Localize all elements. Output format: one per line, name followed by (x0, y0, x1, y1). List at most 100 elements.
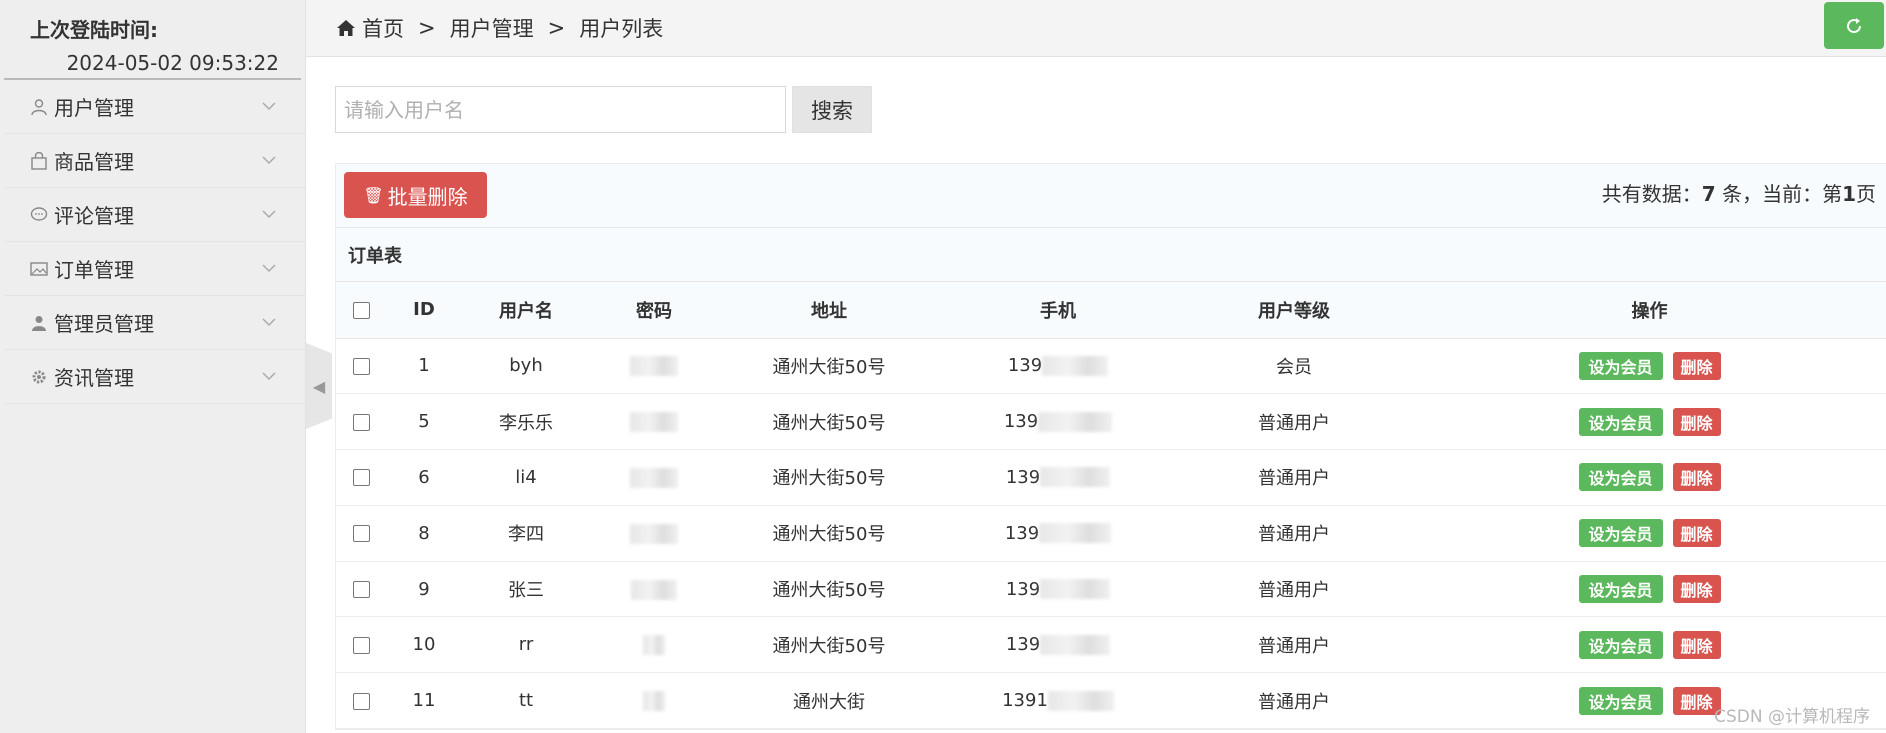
phone-prefix: 139 (1003, 411, 1039, 433)
watermark: CSDN @计算机程序 (1714, 707, 1870, 727)
redacted-phone (1040, 634, 1111, 655)
redacted-password (630, 412, 678, 433)
sidebar-collapse-toggle[interactable]: ◀ (306, 343, 332, 429)
select-all-checkbox[interactable] (352, 301, 370, 319)
row-checkbox[interactable] (352, 636, 370, 654)
column-header: 地址 (718, 282, 940, 339)
phone-prefix: 139 (1007, 355, 1043, 377)
row-checkbox[interactable] (352, 469, 370, 487)
sidebar-item[interactable]: 管理员管理 (4, 296, 305, 350)
redacted-password (643, 691, 665, 712)
gear-icon (28, 366, 50, 388)
cell-phone: 139 (940, 338, 1176, 395)
cell-address: 通州大街50号 (718, 616, 940, 674)
row-checkbox[interactable] (352, 581, 370, 599)
breadcrumb: 首页 > 用户管理 > 用户列表 (306, 0, 1886, 57)
sidebar-menu: 用户管理 商品管理 评论管理 订单管理 管理员管理资讯管理 (0, 80, 305, 404)
trash-icon: 🗑 (363, 185, 384, 205)
cell-address: 通州大街50号 (718, 393, 940, 451)
chevron-down-icon (262, 210, 276, 219)
cell-address: 通州大街50号 (718, 505, 940, 562)
delete-button[interactable]: 删除 (1672, 630, 1721, 659)
set-member-button[interactable]: 设为会员 (1578, 519, 1663, 548)
chevron-down-icon (262, 156, 276, 165)
phone-prefix: 139 (1004, 522, 1040, 544)
user-list-panel: 🗑 批量删除 共有数据：7 条，当前：第1页 订单表 ID 用户名 密码 地址 … (335, 163, 1886, 731)
cell-password (590, 616, 718, 674)
phone-prefix: 139 (1005, 466, 1041, 488)
delete-button[interactable]: 删除 (1672, 351, 1721, 380)
batch-delete-button[interactable]: 🗑 批量删除 (344, 172, 487, 218)
cell-actions: 设为会员 删除 (1412, 338, 1886, 395)
redacted-password (630, 356, 678, 377)
select-all-cell (336, 282, 386, 339)
table-row: 1 byh 通州大街50号 139 会员 设为会员 删除 (336, 338, 1886, 395)
row-checkbox[interactable] (352, 692, 370, 710)
user-table: ID 用户名 密码 地址 手机 用户等级 操作 1 byh 通州大街50号 139 会员… (336, 282, 1886, 730)
refresh-button[interactable] (1824, 2, 1884, 49)
set-member-button[interactable]: 设为会员 (1578, 575, 1663, 604)
cell-user-level: 普通用户 (1176, 393, 1412, 451)
delete-button[interactable]: 删除 (1672, 463, 1721, 492)
last-login-box: 上次登陆时间: 2024-05-02 09:53:22 (4, 0, 301, 80)
cell-phone: 139 (940, 505, 1176, 562)
last-login-title: 上次登陆时间: (30, 18, 158, 42)
set-member-button[interactable]: 设为会员 (1578, 630, 1663, 659)
sidebar-item[interactable]: 资讯管理 (4, 350, 305, 404)
row-select-cell (336, 561, 386, 618)
sidebar-item[interactable]: 用户管理 (4, 80, 305, 134)
cell-id: 1 (386, 338, 462, 395)
cell-id: 8 (386, 505, 462, 562)
breadcrumb-section[interactable]: 用户管理 (450, 13, 534, 43)
sidebar-item[interactable]: 订单管理 (4, 242, 305, 296)
redacted-phone (1047, 690, 1114, 711)
search-input[interactable] (335, 86, 786, 133)
set-member-button[interactable]: 设为会员 (1578, 351, 1663, 380)
data-count-info: 共有数据：7 条，当前：第1页 (1602, 178, 1876, 207)
delete-button[interactable]: 删除 (1672, 575, 1721, 604)
redacted-phone (1042, 355, 1109, 376)
cell-user-level: 普通用户 (1176, 616, 1412, 674)
cell-actions: 设为会员 删除 (1412, 561, 1886, 618)
phone-prefix: 139 (1005, 634, 1041, 656)
search-bar: 搜索 (335, 86, 872, 133)
sidebar-item[interactable]: 商品管理 (4, 134, 305, 188)
cell-phone: 139 (940, 393, 1176, 451)
cell-phone: 1391 (940, 672, 1176, 730)
set-member-button[interactable]: 设为会员 (1578, 407, 1663, 436)
breadcrumb-home[interactable]: 首页 (362, 13, 404, 43)
delete-button[interactable]: 删除 (1672, 407, 1721, 436)
column-header: 用户等级 (1176, 282, 1412, 339)
redacted-phone (1038, 411, 1113, 432)
row-checkbox[interactable] (352, 357, 370, 375)
cell-user-level: 普通用户 (1176, 505, 1412, 562)
sidebar-item-label: 资讯管理 (54, 366, 134, 390)
cell-id: 5 (386, 393, 462, 451)
table-row: 8 李四 通州大街50号 139 普通用户 设为会员 删除 (336, 505, 1886, 562)
count-prefix: 共有数据： (1601, 182, 1702, 206)
delete-button[interactable]: 删除 (1672, 519, 1721, 548)
cell-id: 9 (386, 561, 462, 618)
search-button[interactable]: 搜索 (792, 86, 872, 133)
current-page: 1 (1842, 182, 1856, 206)
refresh-icon (1847, 17, 1862, 33)
set-member-button[interactable]: 设为会员 (1578, 686, 1663, 715)
cell-address: 通州大街50号 (718, 338, 940, 395)
table-row: 5 李乐乐 通州大街50号 139 普通用户 设为会员 删除 (336, 393, 1886, 451)
column-header: 密码 (590, 282, 718, 339)
row-checkbox[interactable] (352, 413, 370, 431)
row-select-cell (336, 616, 386, 674)
chevron-down-icon (262, 372, 276, 381)
row-select-cell (336, 505, 386, 562)
cell-username: 张三 (462, 561, 590, 618)
chevron-down-icon (262, 318, 276, 327)
cell-username: byh (462, 338, 590, 395)
sidebar-item[interactable]: 评论管理 (4, 188, 305, 242)
column-header: 手机 (940, 282, 1176, 339)
redacted-password (643, 635, 665, 656)
row-checkbox[interactable] (352, 525, 370, 543)
cell-actions: 设为会员 删除 (1412, 505, 1886, 562)
column-header: 操作 (1412, 282, 1886, 339)
set-member-button[interactable]: 设为会员 (1578, 463, 1663, 492)
redacted-password (630, 467, 678, 488)
